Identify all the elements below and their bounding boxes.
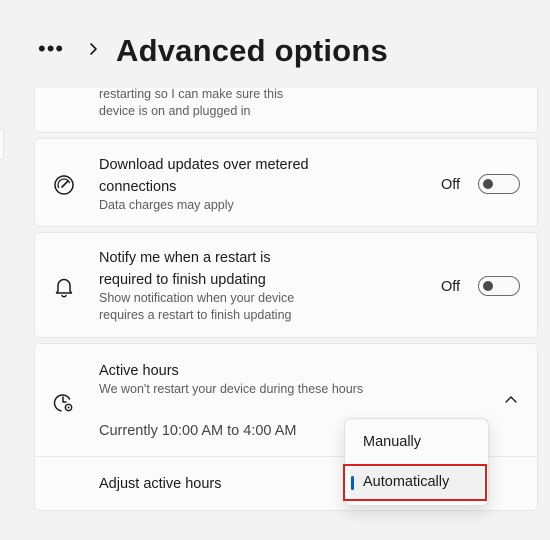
page-title: Advanced options [116, 33, 388, 68]
option-manually[interactable]: Manually [350, 427, 483, 459]
active-hours-current: Currently 10:00 AM to 4:00 AM [99, 423, 297, 439]
notify-title-line-1: Notify me when a restart is [99, 250, 271, 266]
active-hours-title: Active hours [99, 363, 179, 379]
notify-subtitle-line-1: Show notification when your device [99, 291, 295, 305]
notify-subtitle-line-2: requires a restart to finish updating [99, 308, 292, 322]
metered-updates-card: Download updates over metered connection… [34, 138, 538, 227]
chevron-right-icon [90, 43, 97, 55]
highlight-box [343, 464, 487, 501]
notify-toggle-label: Off [441, 279, 461, 295]
toggle-knob [483, 179, 493, 189]
option-manually-label: Manually [363, 434, 422, 450]
metered-title-line-1: Download updates over metered [99, 157, 309, 173]
page-header: ••• Advanced options [0, 0, 550, 88]
metered-toggle-label: Off [441, 177, 461, 193]
sidebar-edge [0, 128, 4, 160]
chevron-up-icon[interactable] [503, 391, 519, 407]
more-breadcrumb-button[interactable]: ••• [38, 36, 64, 62]
restart-description-line-1: restarting so I can make sure this [99, 87, 284, 101]
metered-title-line-2: connections [99, 179, 177, 195]
metered-toggle[interactable] [478, 174, 520, 194]
notify-restart-card: Notify me when a restart is required to … [34, 232, 538, 338]
notify-title-line-2: required to finish updating [99, 272, 266, 288]
metered-subtitle: Data charges may apply [99, 198, 234, 212]
active-hours-subtitle: We won't restart your device during thes… [99, 382, 364, 396]
adjust-active-hours-label: Adjust active hours [99, 476, 222, 492]
clock-settings-icon [53, 394, 73, 412]
gauge-icon [54, 175, 74, 195]
notify-toggle[interactable] [478, 276, 520, 296]
bell-icon [55, 278, 73, 298]
restart-description-line-2: device is on and plugged in [99, 104, 251, 118]
toggle-knob [483, 281, 493, 291]
